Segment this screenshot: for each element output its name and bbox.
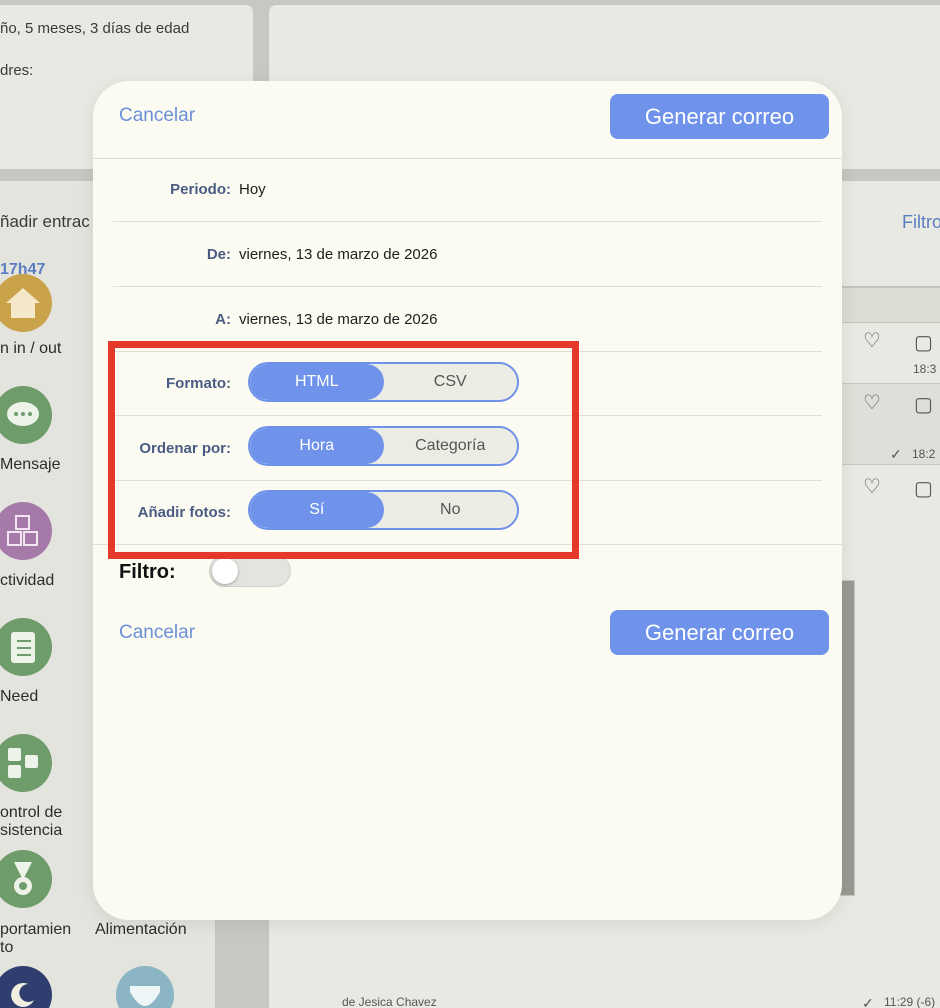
filter-label: Filtro:	[119, 561, 176, 583]
generate-email-button[interactable]: Generar correo	[610, 94, 829, 139]
heart-icon[interactable]: ♡	[863, 390, 881, 415]
category-label: ctividad	[0, 572, 55, 589]
toggle-knob	[212, 558, 238, 584]
entry-time: 18:3	[913, 362, 937, 376]
category-label: portamien to	[0, 921, 72, 956]
category-label: ontrol de sistencia	[0, 804, 63, 839]
row-separator	[113, 286, 822, 287]
to-date-label: A:	[215, 311, 231, 328]
add-entry-label[interactable]: ñadir entrac	[0, 212, 90, 232]
header-separator	[93, 158, 842, 159]
category-label: n in / out	[0, 340, 62, 357]
from-date-value[interactable]: viernes, 13 de marzo de 2026	[239, 246, 437, 263]
to-date-value[interactable]: viernes, 13 de marzo de 2026	[239, 311, 437, 328]
highlight-box	[108, 341, 579, 559]
check-icon: ✓	[890, 446, 902, 462]
cancel-button[interactable]: Cancelar	[119, 105, 195, 127]
heart-icon[interactable]: ♡	[863, 474, 881, 499]
entry-time: 11:29 (-6)	[884, 995, 936, 1008]
row-separator	[113, 221, 822, 222]
comment-icon[interactable]: ▢	[914, 330, 933, 355]
entry-time: 18:2	[912, 447, 936, 461]
category-label: Need	[0, 688, 39, 705]
from-date-label: De:	[206, 246, 231, 263]
generate-email-button-bottom[interactable]: Generar correo	[610, 610, 829, 655]
category-label: Alimentación	[95, 921, 187, 938]
period-value[interactable]: Hoy	[239, 181, 266, 198]
category-label: Mensaje	[0, 456, 61, 473]
parents-label: dres:	[0, 62, 34, 79]
cancel-button-bottom[interactable]: Cancelar	[119, 622, 195, 644]
comment-icon[interactable]: ▢	[914, 476, 933, 501]
check-icon: ✓	[862, 995, 874, 1008]
period-label: Periodo:	[170, 181, 231, 198]
entry-author: de Jesica Chavez	[342, 995, 437, 1008]
heart-icon[interactable]: ♡	[863, 328, 881, 353]
filter-link[interactable]: Filtro	[902, 212, 940, 233]
comment-icon[interactable]: ▢	[914, 392, 933, 417]
child-age-text: ño, 5 meses, 3 días de edad	[0, 20, 190, 37]
filter-toggle[interactable]	[209, 555, 291, 587]
